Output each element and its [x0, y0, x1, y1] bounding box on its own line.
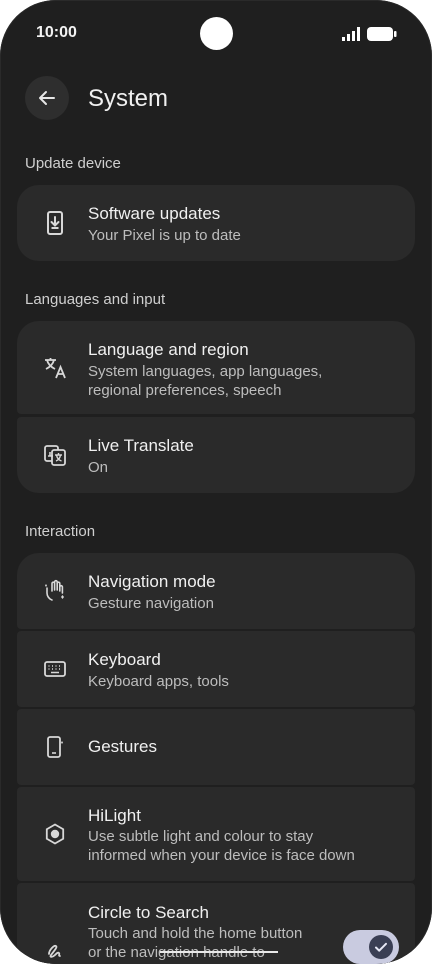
language-region-subtitle-2: regional preferences, speech [88, 382, 282, 399]
software-updates-subtitle: Your Pixel is up to date [88, 227, 241, 244]
software-updates-item[interactable]: Software updates Your Pixel is up to dat… [17, 185, 415, 261]
keyboard-icon [43, 657, 67, 681]
hilight-title: HiLight [88, 806, 141, 825]
app-header: System [0, 76, 432, 120]
hexagon-light-icon [43, 822, 67, 846]
google-translate-icon [43, 443, 67, 467]
phone-screen: 10:00 System Update device Software upda… [0, 0, 432, 964]
live-translate-title: Live Translate [88, 436, 194, 455]
phone-download-icon [43, 211, 67, 235]
gestures-item[interactable]: Gestures [17, 709, 415, 785]
circle-to-search-toggle[interactable] [343, 930, 399, 964]
translate-icon [43, 356, 67, 380]
navigation-mode-item[interactable]: Navigation mode Gesture navigation [17, 553, 415, 629]
hilight-subtitle-2: informed when your device is face down [88, 847, 355, 864]
hilight-subtitle-1: Use subtle light and colour to stay [88, 828, 314, 845]
software-updates-title: Software updates [88, 204, 221, 223]
status-time: 10:00 [36, 24, 77, 41]
scribble-search-icon [43, 937, 67, 961]
battery-icon [367, 27, 397, 41]
keyboard-subtitle: Keyboard apps, tools [88, 673, 229, 690]
back-button[interactable] [25, 76, 69, 120]
navigation-mode-subtitle: Gesture navigation [88, 595, 214, 612]
live-translate-item[interactable]: Live Translate On [17, 417, 415, 493]
section-update-device: Update device [25, 155, 121, 172]
gesture-handle-bar [160, 951, 278, 953]
section-interaction: Interaction [25, 523, 96, 540]
keyboard-title: Keyboard [88, 650, 161, 669]
language-region-subtitle-1: System languages, app languages, [88, 363, 323, 380]
section-languages-input: Languages and input [25, 291, 166, 308]
page-title: System [88, 85, 169, 112]
keyboard-item[interactable]: Keyboard Keyboard apps, tools [17, 631, 415, 707]
navigation-mode-title: Navigation mode [88, 572, 216, 591]
hilight-item[interactable]: HiLight Use subtle light and colour to s… [17, 787, 415, 881]
hand-gesture-icon [43, 579, 67, 603]
camera-cutout [200, 17, 233, 50]
status-bar: 10:00 [0, 0, 432, 60]
circle-to-search-subtitle-1: Touch and hold the home button [88, 925, 303, 942]
language-region-item[interactable]: Language and region System languages, ap… [17, 321, 415, 414]
phone-gesture-icon [43, 735, 67, 759]
signal-icon [342, 27, 360, 41]
gestures-title: Gestures [88, 737, 157, 756]
toggle-knob [369, 935, 393, 959]
language-region-title: Language and region [88, 340, 249, 359]
circle-to-search-title: Circle to Search [88, 903, 209, 922]
check-icon [375, 942, 387, 952]
live-translate-subtitle: On [88, 459, 109, 476]
arrow-left-icon [39, 91, 55, 105]
